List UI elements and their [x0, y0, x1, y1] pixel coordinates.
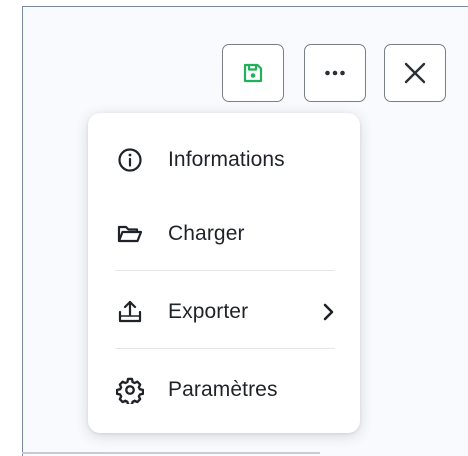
chevron-right-icon: [318, 301, 338, 323]
save-icon: [243, 63, 263, 83]
menu-item-parametres[interactable]: Paramètres: [88, 362, 360, 418]
options-menu: Informations Charger Exporter Paramètres: [88, 113, 360, 433]
menu-item-label: Exporter: [168, 300, 249, 323]
menu-divider: [115, 270, 335, 271]
folder-open-icon: [115, 219, 145, 249]
more-options-button[interactable]: [304, 44, 366, 102]
menu-item-label: Informations: [168, 148, 285, 171]
upload-icon: [115, 297, 145, 327]
menu-item-charger[interactable]: Charger: [88, 206, 360, 262]
close-button[interactable]: [384, 44, 446, 102]
menu-item-label: Charger: [168, 222, 245, 245]
more-horizontal-icon: [325, 70, 345, 76]
close-icon: [404, 62, 426, 84]
menu-divider: [115, 348, 335, 349]
info-icon: [115, 145, 145, 175]
menu-item-label: Paramètres: [168, 378, 278, 401]
save-button[interactable]: [222, 44, 284, 102]
menu-item-informations[interactable]: Informations: [88, 132, 360, 188]
panel-bottom-edge: [22, 452, 320, 454]
window: Informations Charger Exporter Paramètres: [0, 0, 468, 456]
menu-item-exporter[interactable]: Exporter: [88, 284, 360, 340]
gear-icon: [115, 375, 145, 405]
